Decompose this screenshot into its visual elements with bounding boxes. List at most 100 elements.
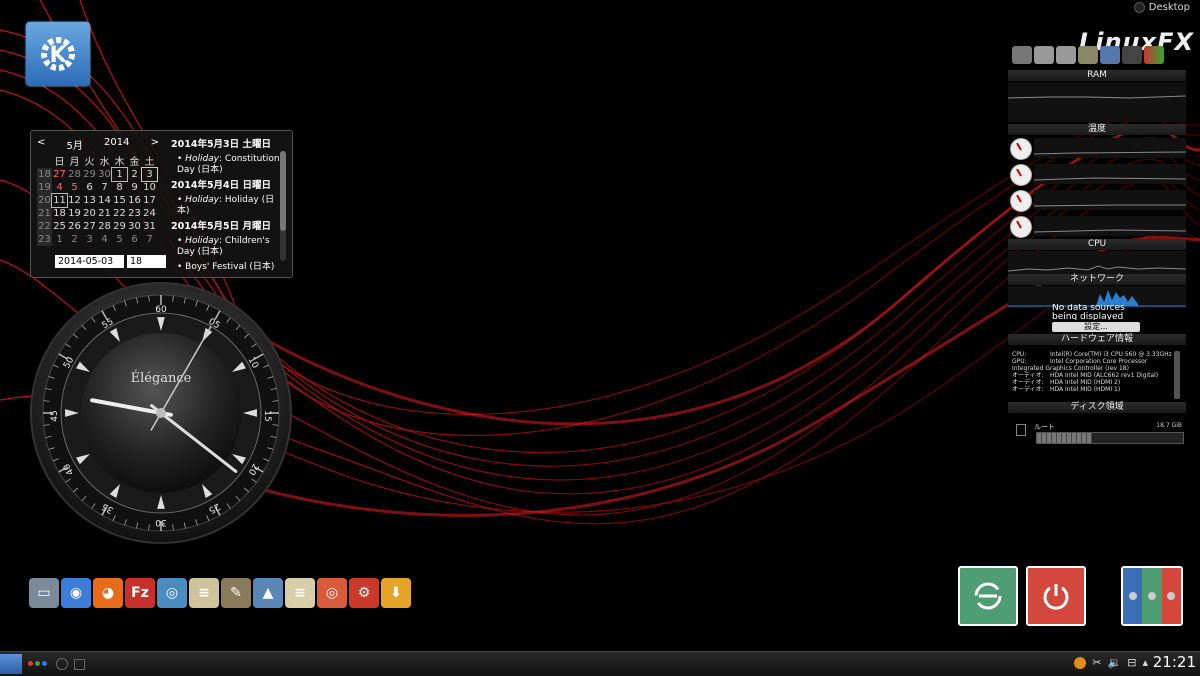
hw-row: オーディオ: HDA Intel MID (HDMI 2) bbox=[1012, 379, 1121, 386]
chip-icon[interactable] bbox=[1078, 46, 1098, 64]
calendar-day[interactable]: 17 bbox=[142, 194, 157, 207]
network-title: ネットワーク bbox=[1008, 274, 1186, 285]
calendar-day[interactable]: 11 bbox=[51, 193, 68, 208]
desktop-toolbox[interactable]: Desktop bbox=[1133, 2, 1190, 13]
calendar-day[interactable]: 14 bbox=[97, 194, 112, 207]
calendar-day[interactable]: 20 bbox=[82, 207, 97, 220]
prev-month-button[interactable]: < bbox=[37, 137, 45, 152]
calendar-day[interactable]: 31 bbox=[142, 220, 157, 233]
calendar-day[interactable]: 29 bbox=[82, 168, 97, 181]
calendar-day[interactable]: 6 bbox=[82, 181, 97, 194]
calendar-day[interactable]: 19 bbox=[67, 207, 82, 220]
scrollbar-thumb[interactable] bbox=[280, 151, 286, 231]
disk-icon[interactable] bbox=[1034, 46, 1054, 64]
calendar-day[interactable]: 16 bbox=[127, 194, 142, 207]
volume-icon[interactable]: 🔉 bbox=[1108, 656, 1122, 669]
taskbar: ✂ 🔉 ⊟ ▴ 21:21 bbox=[0, 651, 1200, 676]
calendar-day[interactable]: 12 bbox=[67, 194, 82, 207]
month-label[interactable]: 5月 bbox=[67, 137, 83, 152]
taskbar-clock[interactable]: 21:21 bbox=[1153, 653, 1196, 671]
calendar-day[interactable]: 5 bbox=[112, 233, 127, 246]
kde-launcher-button[interactable]: K bbox=[26, 22, 90, 86]
text-editor-icon[interactable]: ≡ bbox=[285, 578, 315, 608]
calendar-day[interactable]: 2 bbox=[67, 233, 82, 246]
inkscape-icon[interactable]: ▲ bbox=[253, 578, 283, 608]
calendar-day[interactable]: 1 bbox=[52, 233, 67, 246]
temperature-graph bbox=[1034, 164, 1186, 184]
battery-icon[interactable] bbox=[1144, 46, 1164, 64]
expand-tray-icon[interactable]: ▴ bbox=[1142, 656, 1148, 669]
hw-scrollbar[interactable] bbox=[1174, 351, 1180, 399]
disk-space-title: ディスク領域 bbox=[1008, 402, 1186, 413]
application-launcher-button[interactable] bbox=[0, 654, 22, 674]
pager-icon[interactable] bbox=[74, 659, 85, 670]
weekday-header: 金 bbox=[129, 157, 140, 168]
calendar-day[interactable]: 7 bbox=[142, 233, 157, 246]
calendar-day[interactable]: 5 bbox=[67, 181, 82, 194]
no-data-message: No data sources being displayed bbox=[1052, 304, 1125, 320]
events-scrollbar[interactable] bbox=[280, 151, 286, 261]
calendar-day[interactable]: 13 bbox=[82, 194, 97, 207]
calendar-day[interactable]: 6 bbox=[127, 233, 142, 246]
settings-icon[interactable]: ⚙ bbox=[349, 578, 379, 608]
logout-button[interactable] bbox=[958, 566, 1018, 626]
event-item: • Holiday: Constitution Day (日本) bbox=[177, 154, 280, 175]
scissors-icon[interactable]: ✂ bbox=[1092, 656, 1101, 669]
calendar-day[interactable]: 25 bbox=[52, 220, 67, 233]
input-method-icon[interactable] bbox=[1074, 656, 1087, 669]
calendar-day[interactable]: 23 bbox=[127, 207, 142, 220]
calendar-day[interactable]: 26 bbox=[67, 220, 82, 233]
calendar-day[interactable]: 1 bbox=[111, 167, 128, 182]
calendar-day[interactable]: 3 bbox=[82, 233, 97, 246]
shutdown-button[interactable] bbox=[1026, 566, 1086, 626]
next-month-button[interactable]: > bbox=[151, 137, 159, 152]
firefox-icon[interactable]: ◕ bbox=[93, 578, 123, 608]
temperature-graph bbox=[1034, 138, 1186, 158]
filezilla-icon[interactable]: Fz bbox=[125, 578, 155, 608]
calendar-day-selected[interactable]: 3 bbox=[141, 167, 158, 182]
week-input[interactable]: 18 bbox=[127, 255, 166, 268]
disc-burner-icon[interactable]: ◎ bbox=[317, 578, 347, 608]
calendar-day[interactable]: 29 bbox=[112, 220, 127, 233]
ram-title: RAM bbox=[1008, 70, 1186, 81]
chrome-icon[interactable]: ◉ bbox=[61, 578, 91, 608]
calendar-day[interactable]: 30 bbox=[127, 220, 142, 233]
calendar-day[interactable]: 28 bbox=[97, 220, 112, 233]
calendar-day[interactable]: 7 bbox=[97, 181, 112, 194]
calendar-day[interactable]: 4 bbox=[97, 233, 112, 246]
calendar-day[interactable]: 15 bbox=[112, 194, 127, 207]
event-date: 2014年5月4日 日曜日 bbox=[171, 180, 271, 191]
calendar-day[interactable]: 2 bbox=[127, 168, 142, 181]
network-tray-icon[interactable]: ⊟ bbox=[1127, 656, 1136, 669]
app-icon[interactable]: ◎ bbox=[157, 578, 187, 608]
calendar-day[interactable]: 21 bbox=[97, 207, 112, 220]
file-manager-icon[interactable]: ▭ bbox=[29, 578, 59, 608]
memory-icon[interactable] bbox=[1122, 46, 1142, 64]
globe-icon[interactable] bbox=[56, 658, 68, 670]
calendar-day[interactable]: 18 bbox=[52, 207, 67, 220]
calendar-day[interactable]: 22 bbox=[112, 207, 127, 220]
activity-switcher-icon[interactable] bbox=[28, 661, 47, 666]
gimp-icon[interactable]: ✎ bbox=[221, 578, 251, 608]
installer-icon[interactable]: ⬇ bbox=[381, 578, 411, 608]
calendar-day[interactable]: 9 bbox=[127, 181, 142, 194]
calendar-day[interactable]: 24 bbox=[142, 207, 157, 220]
notes-icon[interactable]: ≡ bbox=[189, 578, 219, 608]
network-icon[interactable] bbox=[1100, 46, 1120, 64]
year-label[interactable]: 2014 bbox=[104, 137, 129, 152]
calendar-day[interactable]: 30 bbox=[97, 168, 112, 181]
calendar-day[interactable]: 8 bbox=[112, 181, 127, 194]
calendar-day[interactable]: 28 bbox=[67, 168, 82, 181]
disk-icon[interactable] bbox=[1056, 46, 1076, 64]
cpu-graph bbox=[1008, 251, 1186, 275]
monitor-settings-button[interactable]: 設定... bbox=[1052, 322, 1140, 332]
temperature-gauge-icon bbox=[1010, 190, 1032, 212]
calendar-day[interactable]: 27 bbox=[82, 220, 97, 233]
switch-user-button[interactable] bbox=[1121, 566, 1183, 626]
hdd-icon[interactable] bbox=[1012, 46, 1032, 64]
calendar-day[interactable]: 4 bbox=[52, 181, 67, 194]
calendar-day[interactable]: 27 bbox=[52, 168, 67, 181]
weekday-header: 日 bbox=[54, 157, 65, 168]
date-input[interactable]: 2014-05-03 bbox=[55, 255, 124, 268]
calendar-day[interactable]: 10 bbox=[142, 181, 157, 194]
